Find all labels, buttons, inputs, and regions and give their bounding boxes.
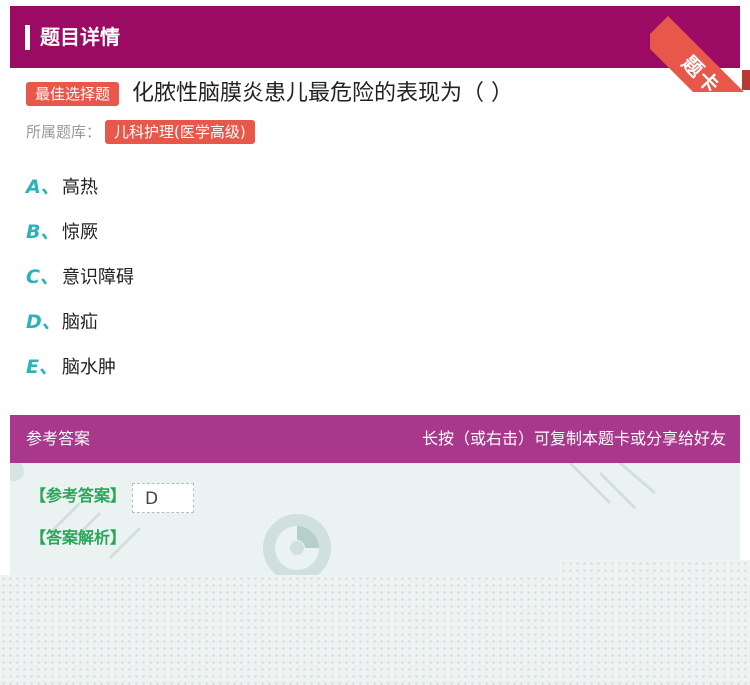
option-text: 意识障碍: [62, 267, 134, 288]
option-letter: C、: [26, 266, 59, 288]
option-letter: E、: [26, 356, 58, 378]
option-c[interactable]: C、 意识障碍: [26, 262, 134, 292]
option-e[interactable]: E、 脑水肿: [26, 352, 116, 382]
header-bar: 题目详情: [10, 6, 740, 68]
reference-answer-label: 【参考答案】: [30, 486, 127, 505]
share-hint: 长按（或右击）可复制本题卡或分享给好友: [421, 429, 726, 448]
watermark-pattern: [10, 463, 656, 560]
library-label: 所属题库：: [26, 123, 102, 141]
ribbon-fold: [742, 70, 750, 90]
option-text: 脑疝: [62, 312, 98, 333]
blur-overlay: [0, 575, 750, 685]
blur-overlay-edge: [560, 560, 750, 575]
page-title: 题目详情: [40, 25, 120, 49]
option-a[interactable]: A、 高热: [26, 172, 98, 202]
option-letter: B、: [26, 221, 60, 243]
option-b[interactable]: B、 惊厥: [26, 217, 98, 247]
answer-body: 【参考答案】 D 【答案解析】: [10, 463, 740, 575]
ribbon-label: 题卡: [650, 16, 750, 92]
option-letter: A、: [26, 176, 60, 198]
answer-header-bar: 参考答案 长按（或右击）可复制本题卡或分享给好友: [10, 415, 740, 463]
spiral-logo-icon: [263, 514, 331, 575]
header-accent-bar: [25, 25, 30, 50]
answer-section-title: 参考答案: [26, 429, 91, 448]
library-badge[interactable]: 儿科护理(医学高级): [105, 120, 255, 144]
question-card-page: 题目详情 题卡 最佳选择题 化脓性脑膜炎患儿最危险的表现为（ ） 所属题库： 儿…: [0, 0, 750, 685]
option-d[interactable]: D、脑疝: [26, 307, 98, 337]
answer-analysis-label: 【答案解析】: [30, 528, 127, 547]
corner-ribbon: 题卡: [650, 0, 750, 92]
question-text: 化脓性脑膜炎患儿最危险的表现为（ ）: [132, 81, 513, 106]
reference-answer-value: D: [132, 483, 194, 513]
option-letter: D、: [26, 311, 61, 333]
option-text: 脑水肿: [62, 357, 116, 378]
option-text: 惊厥: [62, 222, 98, 243]
option-text: 高热: [62, 177, 98, 198]
question-type-badge: 最佳选择题: [26, 82, 120, 106]
